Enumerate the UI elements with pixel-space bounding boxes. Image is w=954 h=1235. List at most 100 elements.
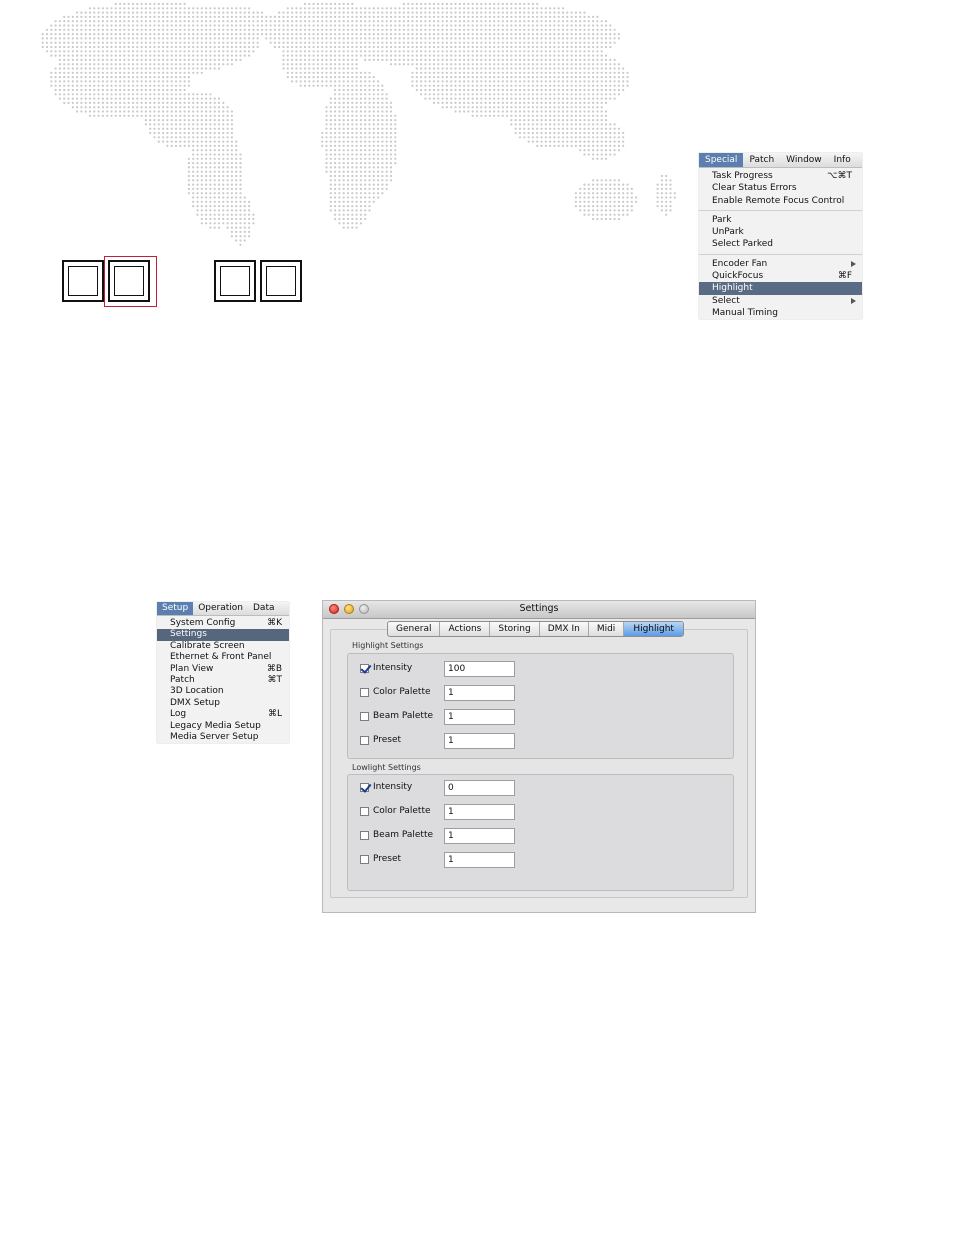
special-menubar: Special Patch Window Info xyxy=(699,153,862,168)
window-titlebar[interactable]: Settings xyxy=(323,601,755,619)
menu-separator xyxy=(699,253,862,255)
submenu-arrow-icon xyxy=(851,297,856,304)
highlight-color-palette-label: Color Palette xyxy=(373,687,431,697)
menu-item-label: Highlight xyxy=(712,283,753,294)
world-map-background xyxy=(41,2,676,246)
highlight-intensity-field[interactable]: 100 xyxy=(444,661,515,677)
menu-item-label: Select Parked xyxy=(712,239,774,250)
lowlight-beam-palette-field[interactable]: 1 xyxy=(444,828,515,844)
menu-item-label: Legacy Media Setup xyxy=(170,720,261,731)
menu-item-enable-remote-focus[interactable]: Enable Remote Focus Control xyxy=(699,195,862,207)
menu-item-system-config[interactable]: System Config ⌘K xyxy=(157,618,289,629)
highlight-color-palette-checkbox[interactable] xyxy=(360,688,369,697)
highlight-preset-checkbox[interactable] xyxy=(360,736,369,745)
key-icon-4 xyxy=(260,260,302,302)
highlight-beam-palette-checkbox[interactable] xyxy=(360,712,369,721)
menu-item-label: System Config xyxy=(170,618,236,628)
key-icon-1 xyxy=(62,260,104,302)
menu-item-dmx-setup[interactable]: DMX Setup xyxy=(157,698,289,709)
menu-item-task-progress[interactable]: Task Progress ⌥⌘T xyxy=(699,170,862,182)
menu-item-label: 3D Location xyxy=(170,686,224,697)
tab-dmx-in[interactable]: DMX In xyxy=(540,622,589,636)
lowlight-beam-palette-label: Beam Palette xyxy=(373,830,434,840)
menubar-window[interactable]: Window xyxy=(780,153,828,167)
highlight-beam-palette-field[interactable]: 1 xyxy=(444,709,515,725)
highlight-settings-group: Intensity 100 Color Palette 1 Beam Palet… xyxy=(347,653,734,759)
settings-tabbar: General Actions Storing DMX In Midi High… xyxy=(387,621,684,637)
menubar-setup[interactable]: Setup xyxy=(157,602,194,615)
menu-item-label: Patch xyxy=(170,674,195,685)
lowlight-settings-label: Lowlight Settings xyxy=(352,763,421,772)
menu-item-log[interactable]: Log ⌘L xyxy=(157,709,289,720)
key-highlight-frame xyxy=(104,256,157,307)
menu-item-legacy-media-setup[interactable]: Legacy Media Setup xyxy=(157,721,289,732)
tab-storing[interactable]: Storing xyxy=(490,622,540,636)
tab-midi[interactable]: Midi xyxy=(589,622,625,636)
menu-item-label: Task Progress xyxy=(712,171,773,181)
menu-item-label: Select xyxy=(712,295,740,306)
menu-item-select[interactable]: Select xyxy=(699,295,862,307)
menu-shortcut: ⌘L xyxy=(267,709,282,720)
menu-item-unpark[interactable]: UnPark xyxy=(699,226,862,238)
special-menu: Special Patch Window Info Task Progress ⌥… xyxy=(699,153,862,319)
menu-item-quickfocus[interactable]: QuickFocus ⌘F xyxy=(699,270,862,282)
menu-item-plan-view[interactable]: Plan View ⌘B xyxy=(157,664,289,675)
tab-highlight[interactable]: Highlight xyxy=(624,622,683,636)
menu-shortcut: ⌘K xyxy=(267,618,282,628)
menu-item-patch[interactable]: Patch ⌘T xyxy=(157,675,289,686)
menu-item-label: Park xyxy=(712,214,732,225)
menu-item-manual-timing[interactable]: Manual Timing xyxy=(699,307,862,319)
menu-item-calibrate-screen[interactable]: Calibrate Screen xyxy=(157,641,289,652)
menu-item-encoder-fan[interactable]: Encoder Fan xyxy=(699,258,862,270)
menu-item-highlight[interactable]: Highlight xyxy=(699,282,862,295)
menu-item-label: Manual Timing xyxy=(712,307,778,318)
lowlight-preset-field[interactable]: 1 xyxy=(444,852,515,868)
tab-actions[interactable]: Actions xyxy=(440,622,491,636)
key-icon-3 xyxy=(214,260,256,302)
menubar-special[interactable]: Special xyxy=(699,153,744,167)
menubar-patch[interactable]: Patch xyxy=(743,153,780,167)
menu-item-media-server-setup[interactable]: Media Server Setup xyxy=(157,732,289,743)
lowlight-beam-palette-checkbox[interactable] xyxy=(360,831,369,840)
lowlight-intensity-label: Intensity xyxy=(373,782,413,792)
menubar-operation[interactable]: Operation xyxy=(193,602,248,615)
menu-item-3d-location[interactable]: 3D Location xyxy=(157,686,289,697)
lowlight-color-palette-label: Color Palette xyxy=(373,806,431,816)
menu-item-label: Calibrate Screen xyxy=(170,640,245,651)
menu-shortcut: ⌘F xyxy=(837,271,852,282)
menu-item-ethernet-front-panel[interactable]: Ethernet & Front Panel xyxy=(157,652,289,663)
lowlight-color-palette-checkbox[interactable] xyxy=(360,807,369,816)
menu-item-label: Ethernet & Front Panel xyxy=(170,652,272,663)
highlight-settings-label: Highlight Settings xyxy=(352,641,424,650)
menu-item-label: QuickFocus xyxy=(712,271,764,282)
menu-item-label: Clear Status Errors xyxy=(712,183,797,194)
menu-item-label: Enable Remote Focus Control xyxy=(712,195,845,206)
lowlight-settings-group: Intensity 0 Color Palette 1 Beam Palette… xyxy=(347,774,734,891)
menu-item-label: DMX Setup xyxy=(170,697,220,708)
setup-menu: Setup Operation Data System Config ⌘K Set… xyxy=(157,602,289,743)
lowlight-preset-checkbox[interactable] xyxy=(360,855,369,864)
settings-window: Settings General Actions Storing DMX In … xyxy=(322,600,756,913)
menu-item-label: UnPark xyxy=(712,227,744,238)
menubar-info[interactable]: Info xyxy=(828,153,857,167)
menu-shortcut: ⌥⌘T xyxy=(827,171,852,181)
menubar-data[interactable]: Data xyxy=(248,602,280,615)
menu-item-select-parked[interactable]: Select Parked xyxy=(699,238,862,250)
setup-menubar: Setup Operation Data xyxy=(157,602,289,616)
tab-general[interactable]: General xyxy=(388,622,441,636)
window-title: Settings xyxy=(519,603,559,614)
menu-item-park[interactable]: Park xyxy=(699,214,862,226)
highlight-color-palette-field[interactable]: 1 xyxy=(444,685,515,701)
menu-item-label: Log xyxy=(170,709,187,720)
highlight-intensity-checkbox[interactable] xyxy=(360,664,369,673)
menu-item-label: Settings xyxy=(170,629,207,640)
lowlight-color-palette-field[interactable]: 1 xyxy=(444,804,515,820)
highlight-preset-field[interactable]: 1 xyxy=(444,733,515,749)
lowlight-preset-label: Preset xyxy=(373,854,402,864)
lowlight-intensity-field[interactable]: 0 xyxy=(444,780,515,796)
submenu-arrow-icon xyxy=(851,260,856,267)
menu-item-settings[interactable]: Settings xyxy=(157,629,289,641)
menu-item-clear-status-errors[interactable]: Clear Status Errors xyxy=(699,182,862,194)
menu-item-label: Encoder Fan xyxy=(712,258,768,269)
lowlight-intensity-checkbox[interactable] xyxy=(360,783,369,792)
